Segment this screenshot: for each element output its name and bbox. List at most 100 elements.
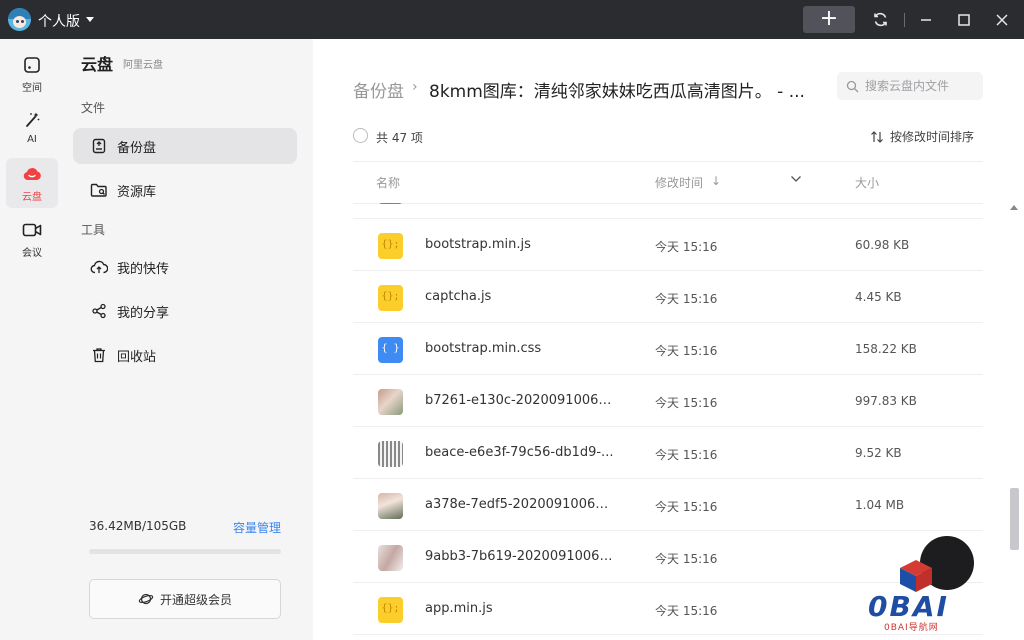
cloud-upload-icon bbox=[90, 258, 108, 276]
watermark-subtext: 0BAI导航网 bbox=[884, 623, 939, 633]
storage-usage: 36.42MB/105GB bbox=[89, 519, 187, 533]
file-modified: 今天 15:16 bbox=[655, 344, 718, 358]
titlebar-separator bbox=[904, 13, 905, 27]
table-row[interactable] bbox=[353, 203, 983, 219]
sidebar-item-backup-disk[interactable]: 备份盘 bbox=[73, 128, 297, 164]
cloud-drive-icon bbox=[22, 164, 42, 184]
file-modified: 今天 15:16 bbox=[655, 552, 718, 566]
column-header-name[interactable]: 名称 bbox=[376, 174, 400, 191]
search-input[interactable] bbox=[865, 79, 975, 93]
rail-item-cloud-drive[interactable]: 云盘 bbox=[6, 158, 58, 208]
header-divider bbox=[353, 161, 983, 162]
sidebar: 云盘 阿里云盘 文件 备份盘 资源库 工具 我的快传 我的分享 回收站 36.4… bbox=[64, 39, 313, 640]
file-modified: 今天 15:16 bbox=[655, 396, 718, 410]
space-icon bbox=[22, 55, 42, 75]
file-size: 158.22 KB bbox=[855, 342, 917, 356]
edition-dropdown-icon[interactable] bbox=[86, 17, 94, 22]
rail-label-space: 空间 bbox=[22, 83, 42, 94]
vip-upgrade-label: 开通超级会员 bbox=[159, 592, 232, 607]
sync-icon[interactable] bbox=[870, 9, 891, 30]
rail-label-cloud-drive: 云盘 bbox=[22, 192, 42, 203]
resource-folder-icon bbox=[90, 181, 108, 199]
minimize-icon[interactable] bbox=[915, 9, 936, 30]
column-options-chevron-icon[interactable] bbox=[790, 173, 802, 188]
item-count: 共 47 项 bbox=[376, 131, 423, 145]
file-modified: 今天 15:16 bbox=[655, 292, 718, 306]
file-size: 997.83 KB bbox=[855, 394, 917, 408]
js-file-icon: {}; bbox=[378, 285, 403, 311]
file-size: 9.52 KB bbox=[855, 446, 902, 460]
sidebar-item-recycle-bin[interactable]: 回收站 bbox=[73, 337, 297, 373]
table-row[interactable]: {}; bootstrap.min.js 今天 15:16 60.98 KB bbox=[353, 219, 983, 271]
file-modified: 今天 15:16 bbox=[655, 604, 718, 618]
file-name: app.min.js bbox=[425, 601, 493, 616]
column-header-modified[interactable]: 修改时间 bbox=[655, 174, 703, 191]
rail-item-ai[interactable]: AI bbox=[6, 104, 58, 154]
scroll-up-arrow-icon[interactable] bbox=[1010, 205, 1018, 210]
rail-item-space[interactable]: 空间 bbox=[6, 49, 58, 99]
file-size: 60.98 KB bbox=[855, 238, 910, 252]
image-thumbnail bbox=[378, 545, 403, 571]
file-name: b7261-e130c-20200910061... bbox=[425, 393, 615, 408]
sort-arrows-icon bbox=[870, 130, 884, 144]
storage-manage-link[interactable]: 容量管理 bbox=[233, 519, 281, 536]
watermark-logo: 0BAI 0BAI导航网 bbox=[860, 536, 978, 638]
rail-item-meeting[interactable]: 会议 bbox=[6, 214, 58, 264]
user-avatar[interactable] bbox=[8, 8, 31, 31]
rail-label-meeting: 会议 bbox=[22, 248, 42, 259]
group-label-tools: 工具 bbox=[81, 223, 106, 237]
nav-rail: 空间 AI 云盘 会议 bbox=[0, 39, 64, 640]
table-row[interactable]: {}; captcha.js 今天 15:16 4.45 KB bbox=[353, 271, 983, 323]
column-header-size[interactable]: 大小 bbox=[855, 174, 879, 191]
file-name: a378e-7edf5-20200910061... bbox=[425, 497, 615, 512]
file-modified: 今天 15:16 bbox=[655, 500, 718, 514]
image-thumbnail bbox=[378, 389, 403, 415]
sort-button[interactable]: 按修改时间排序 bbox=[870, 128, 974, 145]
breadcrumb-current: 8kmm图库：清纯邻家妹妹吃西瓜高清图片。 - ... bbox=[429, 82, 805, 102]
file-name: captcha.js bbox=[425, 289, 492, 304]
search-icon bbox=[845, 79, 859, 93]
storage-progress-bar bbox=[89, 549, 281, 554]
file-size: 4.45 KB bbox=[855, 290, 902, 304]
file-name: beace-e6e3f-79c56-db1d9-... bbox=[425, 445, 614, 460]
file-size: 1.04 MB bbox=[855, 498, 905, 512]
close-icon[interactable] bbox=[991, 9, 1012, 30]
image-thumbnail bbox=[378, 441, 403, 467]
css-file-icon bbox=[378, 203, 403, 204]
sidebar-item-label: 我的快传 bbox=[117, 261, 170, 277]
sidebar-subtitle: 阿里云盘 bbox=[123, 60, 163, 71]
sidebar-item-label: 备份盘 bbox=[117, 140, 157, 156]
table-row[interactable]: b7261-e130c-20200910061... 今天 15:16 997.… bbox=[353, 375, 983, 427]
watermark-text: 0BAI bbox=[868, 590, 949, 623]
select-all-radio[interactable] bbox=[353, 128, 368, 143]
file-name: bootstrap.min.css bbox=[425, 341, 542, 356]
image-thumbnail bbox=[378, 493, 403, 519]
js-file-icon: {}; bbox=[378, 597, 403, 623]
table-row[interactable]: beace-e6e3f-79c56-db1d9-... 今天 15:16 9.5… bbox=[353, 427, 983, 479]
sidebar-item-quick-transfer[interactable]: 我的快传 bbox=[73, 249, 297, 285]
sidebar-item-label: 回收站 bbox=[117, 349, 157, 365]
sidebar-item-resource-library[interactable]: 资源库 bbox=[73, 172, 297, 208]
file-modified: 今天 15:16 bbox=[655, 240, 718, 254]
css-file-icon: { } bbox=[378, 337, 403, 363]
sidebar-title: 云盘 bbox=[81, 55, 114, 74]
table-row[interactable]: a378e-7edf5-20200910061... 今天 15:16 1.04… bbox=[353, 479, 983, 531]
planet-icon bbox=[138, 591, 154, 607]
scrollbar-thumb[interactable] bbox=[1010, 488, 1019, 550]
video-camera-icon bbox=[22, 220, 42, 240]
search-box[interactable] bbox=[837, 72, 983, 100]
vip-upgrade-button[interactable]: 开通超级会员 bbox=[89, 579, 281, 619]
maximize-icon[interactable] bbox=[953, 9, 974, 30]
breadcrumb-root[interactable]: 备份盘 bbox=[353, 77, 404, 102]
sort-desc-icon[interactable]: ↓ bbox=[711, 174, 721, 188]
file-modified: 今天 15:16 bbox=[655, 448, 718, 462]
sidebar-item-label: 我的分享 bbox=[117, 305, 170, 321]
group-label-files: 文件 bbox=[81, 101, 106, 115]
add-button[interactable]: + bbox=[803, 6, 855, 33]
edition-title[interactable]: 个人版 bbox=[38, 11, 80, 31]
trash-icon bbox=[90, 346, 108, 364]
sidebar-item-my-share[interactable]: 我的分享 bbox=[73, 293, 297, 329]
table-row[interactable]: { } bootstrap.min.css 今天 15:16 158.22 KB bbox=[353, 323, 983, 375]
file-name: bootstrap.min.js bbox=[425, 237, 531, 252]
breadcrumb-arrow-icon: › bbox=[412, 79, 418, 95]
